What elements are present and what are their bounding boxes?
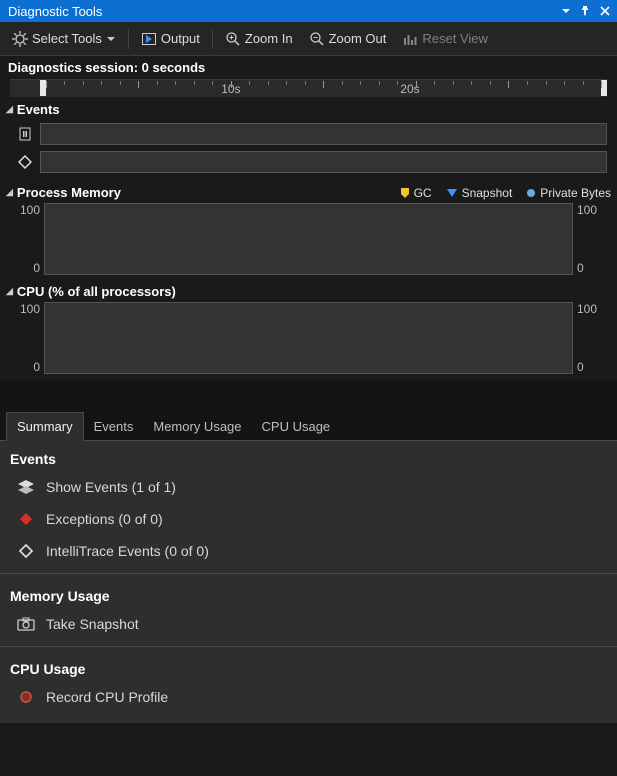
output-icon xyxy=(141,31,157,47)
zoom-in-icon xyxy=(225,31,241,47)
toolbar: Select Tools Output Zoom In Zoom Out Res… xyxy=(0,22,617,56)
exceptions-label: Exceptions (0 of 0) xyxy=(46,511,163,527)
reset-view-label: Reset View xyxy=(422,31,488,46)
zoom-in-button[interactable]: Zoom In xyxy=(219,27,299,51)
intellitrace-events-track[interactable] xyxy=(40,151,607,173)
toolbar-separator xyxy=(128,29,129,49)
chevron-down-icon xyxy=(106,34,116,44)
title-bar: Diagnostic Tools xyxy=(0,0,617,22)
memory-usage-heading: Memory Usage xyxy=(0,580,617,608)
tab-cpu-usage[interactable]: CPU Usage xyxy=(252,413,341,440)
summary-panel: Events Show Events (1 of 1) Exceptions (… xyxy=(0,441,617,723)
toolbar-separator xyxy=(212,29,213,49)
divider xyxy=(0,646,617,647)
pin-icon[interactable] xyxy=(579,5,591,17)
legend-snapshot: Snapshot xyxy=(446,186,513,200)
window-title: Diagnostic Tools xyxy=(8,4,102,19)
expand-collapse-icon: ◢ xyxy=(6,187,13,198)
zoom-out-icon xyxy=(309,31,325,47)
show-events-label: Show Events (1 of 1) xyxy=(46,479,176,495)
axis-tick: 100 xyxy=(10,203,40,217)
tab-strip: Summary Events Memory Usage CPU Usage xyxy=(0,406,617,441)
gear-icon xyxy=(12,31,28,47)
reset-view-button[interactable]: Reset View xyxy=(396,27,494,51)
diamond-icon xyxy=(10,155,40,169)
show-events-link[interactable]: Show Events (1 of 1) xyxy=(0,471,617,503)
axis-tick: 0 xyxy=(10,261,40,275)
exceptions-link[interactable]: Exceptions (0 of 0) xyxy=(0,503,617,535)
reset-view-icon xyxy=(402,31,418,47)
axis-tick: 100 xyxy=(577,302,607,316)
divider xyxy=(0,573,617,574)
process-memory-chart: 100 0 100 0 xyxy=(10,203,607,275)
legend-private-bytes: Private Bytes xyxy=(526,186,611,200)
events-heading: Events xyxy=(0,443,617,471)
session-duration-label: Diagnostics session: 0 seconds xyxy=(0,56,617,79)
intellitrace-label: IntelliTrace Events (0 of 0) xyxy=(46,543,209,559)
zoom-out-button[interactable]: Zoom Out xyxy=(303,27,393,51)
record-cpu-label: Record CPU Profile xyxy=(46,689,168,705)
tab-memory-usage[interactable]: Memory Usage xyxy=(143,413,251,440)
diamond-outline-icon xyxy=(16,544,36,558)
cpu-usage-heading: CPU Usage xyxy=(0,653,617,681)
process-memory-title: Process Memory xyxy=(17,185,121,200)
select-tools-button[interactable]: Select Tools xyxy=(6,27,122,51)
zoom-in-label: Zoom In xyxy=(245,31,293,46)
break-events-track[interactable] xyxy=(40,123,607,145)
record-cpu-link[interactable]: Record CPU Profile xyxy=(0,681,617,713)
axis-tick: 100 xyxy=(577,203,607,217)
cpu-section-header[interactable]: ◢ CPU (% of all processors) xyxy=(0,281,617,302)
tab-events[interactable]: Events xyxy=(84,413,144,440)
events-section-header[interactable]: ◢ Events xyxy=(0,99,617,120)
events-track-area xyxy=(10,120,607,176)
take-snapshot-link[interactable]: Take Snapshot xyxy=(0,608,617,640)
process-memory-plot[interactable] xyxy=(44,203,573,275)
legend-gc: GC xyxy=(400,186,432,200)
camera-icon xyxy=(16,617,36,631)
exception-icon xyxy=(16,512,36,526)
cpu-section-title: CPU (% of all processors) xyxy=(17,284,176,299)
axis-tick: 0 xyxy=(577,261,607,275)
take-snapshot-label: Take Snapshot xyxy=(46,616,139,632)
axis-tick: 0 xyxy=(10,360,40,374)
divider xyxy=(0,380,617,406)
output-button[interactable]: Output xyxy=(135,27,206,51)
expand-collapse-icon: ◢ xyxy=(6,104,13,115)
record-icon xyxy=(16,690,36,704)
process-memory-header[interactable]: ◢ Process Memory GC Snapshot Private Byt… xyxy=(0,182,617,203)
timeline-ruler[interactable]: 10s 20s xyxy=(10,79,607,97)
events-section-title: Events xyxy=(17,102,60,117)
events-stack-icon xyxy=(16,480,36,494)
cpu-chart: 100 0 100 0 xyxy=(10,302,607,374)
output-label: Output xyxy=(161,31,200,46)
zoom-out-label: Zoom Out xyxy=(329,31,387,46)
axis-tick: 0 xyxy=(577,360,607,374)
pause-break-icon xyxy=(10,127,40,141)
expand-collapse-icon: ◢ xyxy=(6,286,13,297)
close-icon[interactable] xyxy=(599,5,611,17)
intellitrace-events-link[interactable]: IntelliTrace Events (0 of 0) xyxy=(0,535,617,567)
cpu-plot[interactable] xyxy=(44,302,573,374)
dropdown-icon[interactable] xyxy=(561,6,571,16)
select-tools-label: Select Tools xyxy=(32,31,102,46)
axis-tick: 100 xyxy=(10,302,40,316)
tab-summary[interactable]: Summary xyxy=(6,412,84,441)
